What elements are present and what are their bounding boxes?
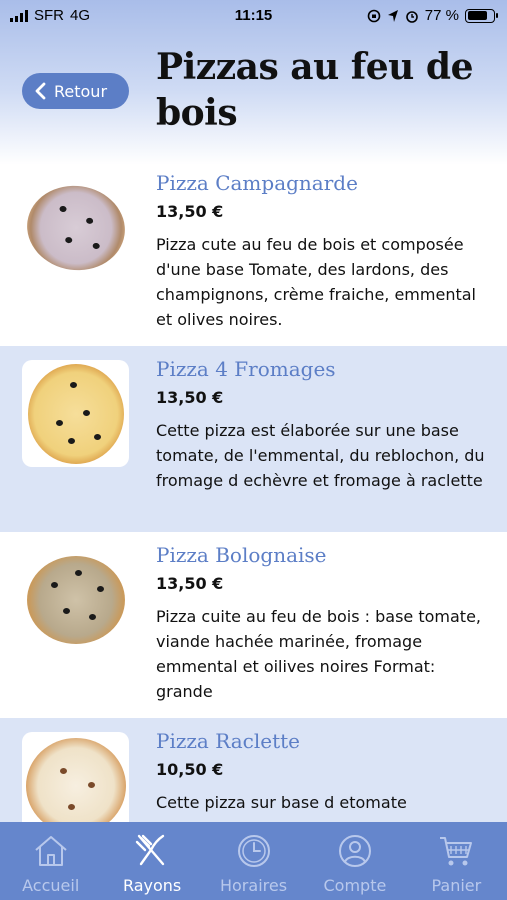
product-description: Cette pizza sur base d etomate — [156, 793, 407, 812]
tab-horaires[interactable]: Horaires — [203, 822, 304, 900]
page-title: Pizzas au feu de bois — [156, 46, 473, 134]
product-price: 13,50 € — [156, 388, 224, 407]
fork-knife-icon — [135, 834, 165, 866]
product-price: 13,50 € — [156, 202, 224, 221]
product-description: Pizza cuite au feu de bois : base tomate… — [156, 607, 482, 701]
product-name[interactable]: Pizza Raclette — [156, 729, 300, 753]
battery-percent: 77 % — [424, 7, 459, 24]
home-icon — [35, 836, 67, 866]
tab-label: Panier — [431, 876, 482, 895]
product-item-bolognaise[interactable]: Pizza Bolognaise 13,50 € Pizza cuite au … — [0, 532, 507, 718]
tab-compte[interactable]: Compte — [304, 822, 405, 900]
alarm-icon — [405, 10, 418, 23]
product-price: 13,50 € — [156, 574, 224, 593]
product-image — [22, 546, 129, 653]
product-name[interactable]: Pizza 4 Fromages — [156, 357, 336, 381]
user-icon — [338, 835, 371, 867]
back-button[interactable]: Retour — [22, 73, 129, 109]
product-item-4-fromages[interactable]: Pizza 4 Fromages 13,50 € Cette pizza est… — [0, 346, 507, 532]
lock-rotation-icon — [367, 9, 381, 22]
tab-panier[interactable]: Panier — [406, 822, 507, 900]
chevron-left-icon — [35, 82, 46, 100]
product-item-campagnarde[interactable]: Pizza Campagnarde 13,50 € Pizza cute au … — [0, 160, 507, 346]
status-bar: SFR 4G 11:15 77 % — [0, 0, 507, 32]
location-icon — [387, 9, 398, 22]
clock-icon — [237, 835, 270, 867]
product-description: Cette pizza est élaborée sur une base to… — [156, 421, 485, 490]
back-label: Retour — [54, 81, 108, 101]
cart-icon — [440, 837, 473, 866]
tab-label: Rayons — [122, 876, 182, 895]
product-name[interactable]: Pizza Campagnarde — [156, 171, 358, 195]
tab-label: Horaires — [219, 876, 288, 895]
tab-label: Accueil — [22, 876, 80, 895]
battery-icon — [465, 8, 498, 23]
product-image — [22, 360, 129, 467]
product-image — [21, 174, 130, 281]
tab-bar: Accueil Rayons Horaires Compte Panier — [0, 822, 507, 900]
tab-rayons[interactable]: Rayons — [101, 822, 202, 900]
tab-accueil[interactable]: Accueil — [0, 822, 101, 900]
product-name[interactable]: Pizza Bolognaise — [156, 543, 327, 567]
tab-label: Compte — [323, 876, 387, 895]
product-description: Pizza cute au feu de bois et composée d'… — [156, 235, 476, 329]
product-price: 10,50 € — [156, 760, 224, 779]
